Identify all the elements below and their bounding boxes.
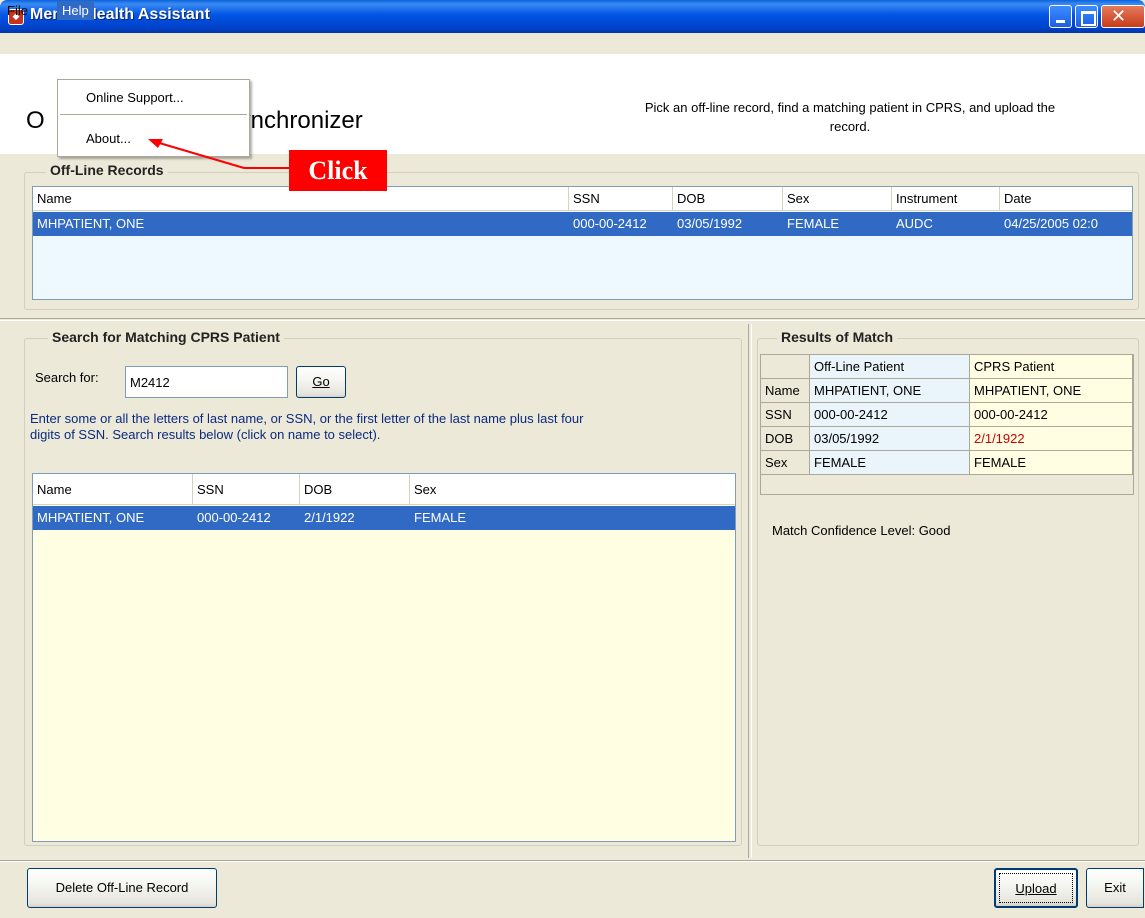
menu-bar [0,33,1145,54]
cell-instrument: AUDC [896,216,933,231]
cell-ssn: 000-00-2412 [573,216,647,231]
menu-item-about[interactable]: About... [60,128,247,150]
cell-ssn: 000-00-2412 [197,510,271,525]
column-header-ssn[interactable]: SSN [569,187,673,211]
grid-row-label: DOB [761,427,810,451]
column-header-sex[interactable]: Sex [783,187,892,211]
grid-header-cprs: CPRS Patient [970,355,1133,379]
cell-name: MHPATIENT, ONE [37,216,145,231]
grid-cell: 000-00-2412 [810,403,970,427]
grid-cell: MHPATIENT, ONE [970,379,1133,403]
grid-header-offline: Off-Line Patient [810,355,970,379]
search-label: Search for: [35,370,99,385]
bottom-divider [0,860,1145,862]
page-title-left: O [26,107,45,134]
grid-row-label: Name [761,379,810,403]
column-header-date[interactable]: Date [1000,187,1132,211]
search-input[interactable] [125,366,288,398]
grid-row-label: SSN [761,403,810,427]
grid-row-label: Sex [761,451,810,475]
grid-cell: FEMALE [970,451,1133,475]
click-callout: Click [289,150,387,191]
menu-separator [60,114,247,115]
offline-records-legend: Off-Line Records [46,162,168,178]
column-header-dob[interactable]: DOB [300,474,410,505]
minimize-button[interactable] [1049,5,1072,28]
match-confidence: Match Confidence Level: Good [772,523,951,538]
cell-date: 04/25/2005 02:0 [1004,216,1098,231]
minimize-icon [1056,20,1065,23]
grid-cell-mismatch: 2/1/1922 [970,427,1133,451]
offline-records-list[interactable]: Name SSN DOB Sex Instrument Date MHPATIE… [32,186,1133,300]
cell-dob: 03/05/1992 [677,216,743,231]
column-header-sex[interactable]: Sex [410,474,735,505]
cell-dob: 2/1/1922 [304,510,355,525]
search-hint: Enter some or all the letters of last na… [30,411,730,443]
column-header-ssn[interactable]: SSN [193,474,300,505]
menu-item-online-support[interactable]: Online Support... [60,87,247,109]
close-icon: ✕ [1111,6,1127,27]
results-grid: Off-Line Patient CPRS Patient Name MHPAT… [760,354,1134,495]
header-hint-line1: Pick an off-line record, find a matching… [644,100,1056,115]
column-header-name[interactable]: Name [33,474,193,505]
upload-button[interactable]: Upload [994,868,1078,908]
help-menu-dropdown: Online Support... About... [57,79,250,157]
grid-cell: FEMALE [810,451,970,475]
grid-corner [761,355,810,379]
search-legend: Search for Matching CPRS Patient [48,329,284,345]
cell-sex: FEMALE [414,510,467,525]
exit-button[interactable]: Exit [1086,868,1144,908]
header-hint-line2: record. [829,119,871,134]
maximize-button[interactable] [1075,5,1098,28]
results-legend: Results of Match [777,329,898,345]
go-label: Go [312,374,330,389]
cell-sex: FEMALE [787,216,840,231]
grid-cell: 03/05/1992 [810,427,970,451]
cell-name: MHPATIENT, ONE [37,510,145,525]
grid-cell: 000-00-2412 [970,403,1133,427]
maximize-icon [1081,11,1096,26]
table-row[interactable]: MHPATIENT, ONE 000-00-2412 03/05/1992 FE… [33,212,1132,236]
search-hint-line2: digits of SSN. Search results below (cli… [30,427,381,442]
menu-help[interactable]: Help [57,1,94,20]
go-button[interactable]: Go [296,366,346,398]
delete-offline-record-button[interactable]: Delete Off-Line Record [27,868,217,908]
menu-file[interactable]: File [2,1,33,20]
focus-rect [999,873,1073,903]
vertical-splitter[interactable] [748,324,752,858]
header-hint: Pick an off-line record, find a matching… [560,98,1140,136]
search-hint-line1: Enter some or all the letters of last na… [30,411,584,426]
horizontal-splitter[interactable] [0,318,1145,321]
search-results-list[interactable]: Name SSN DOB Sex MHPATIENT, ONE 000-00-2… [32,473,736,842]
grid-cell: MHPATIENT, ONE [810,379,970,403]
column-header-dob[interactable]: DOB [673,187,783,211]
close-button[interactable]: ✕ [1101,5,1145,28]
table-row[interactable]: MHPATIENT, ONE 000-00-2412 2/1/1922 FEMA… [33,506,735,530]
column-header-instrument[interactable]: Instrument [892,187,1000,211]
